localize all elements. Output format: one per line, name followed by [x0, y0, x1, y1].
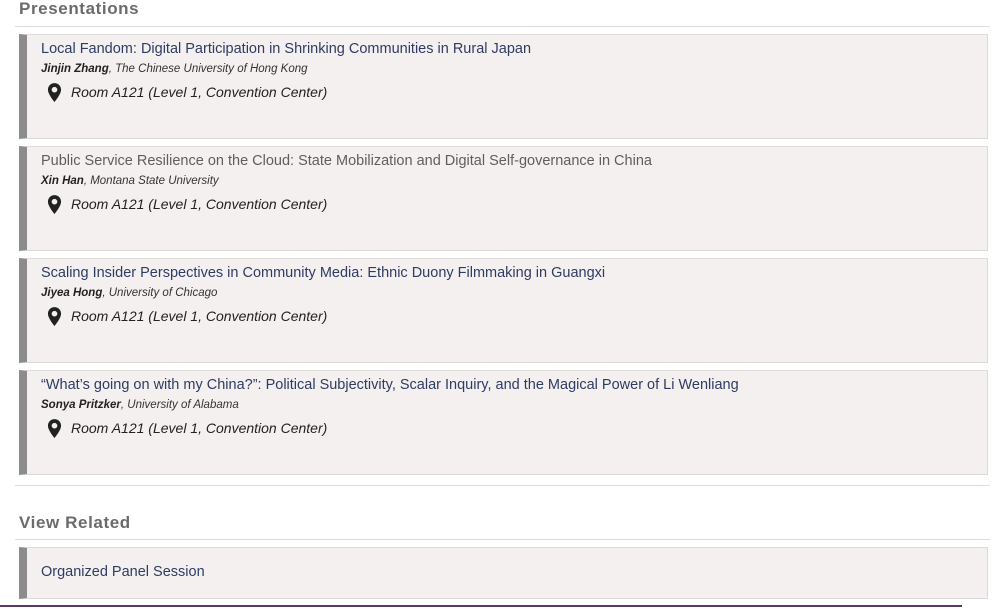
page: Presentations Local Fandom: Digital Part…	[0, 0, 1000, 609]
author-name: Jiyea Hong	[41, 287, 103, 299]
presentation-author: Sonya Pritzker, University of Alabama	[41, 399, 239, 411]
related-card: Organized Panel Session	[19, 547, 988, 599]
presentation-author: Jiyea Hong, University of Chicago	[41, 287, 217, 299]
presentation-title-link[interactable]: Scaling Insider Perspectives in Communit…	[41, 265, 605, 281]
author-name: Xin Han	[41, 175, 84, 187]
presentation-card: “What’s going on with my China?”: Politi…	[19, 370, 988, 475]
presentations-divider	[15, 26, 990, 27]
map-pin-icon	[47, 194, 62, 214]
author-affiliation: , University of Alabama	[120, 399, 239, 411]
view-related-heading: View Related	[19, 513, 131, 532]
map-pin-icon	[47, 306, 62, 326]
presentation-title-link[interactable]: Public Service Resilience on the Cloud: …	[41, 153, 652, 169]
author-name: Jinjin Zhang	[41, 63, 109, 75]
author-affiliation: , The Chinese University of Hong Kong	[108, 63, 308, 75]
author-name: Sonya Pritzker	[41, 399, 121, 411]
view-related-divider	[15, 539, 990, 540]
location-row: Room A121 (Level 1, Convention Center)	[47, 418, 327, 438]
presentation-title-link[interactable]: “What’s going on with my China?”: Politi…	[41, 377, 739, 393]
location-row: Room A121 (Level 1, Convention Center)	[47, 194, 327, 214]
presentation-card: Public Service Resilience on the Cloud: …	[19, 146, 988, 251]
presentation-card: Scaling Insider Perspectives in Communit…	[19, 258, 988, 363]
section-divider	[15, 485, 990, 486]
presentation-author: Xin Han, Montana State University	[41, 175, 219, 187]
author-affiliation: , Montana State University	[83, 175, 219, 187]
organized-panel-session-link[interactable]: Organized Panel Session	[41, 564, 205, 580]
location-text: Room A121 (Level 1, Convention Center)	[71, 84, 328, 100]
location-text: Room A121 (Level 1, Convention Center)	[71, 420, 328, 436]
presentation-card: Local Fandom: Digital Participation in S…	[19, 34, 988, 139]
map-pin-icon	[47, 82, 62, 102]
presentations-heading: Presentations	[19, 0, 140, 18]
location-row: Room A121 (Level 1, Convention Center)	[47, 82, 327, 102]
author-affiliation: , University of Chicago	[102, 287, 218, 299]
location-text: Room A121 (Level 1, Convention Center)	[71, 196, 328, 212]
map-pin-icon	[47, 418, 62, 438]
presentation-author: Jinjin Zhang, The Chinese University of …	[41, 63, 308, 75]
location-text: Room A121 (Level 1, Convention Center)	[71, 308, 328, 324]
footer-bar	[0, 605, 962, 607]
presentation-title-link[interactable]: Local Fandom: Digital Participation in S…	[41, 41, 531, 57]
location-row: Room A121 (Level 1, Convention Center)	[47, 306, 327, 326]
